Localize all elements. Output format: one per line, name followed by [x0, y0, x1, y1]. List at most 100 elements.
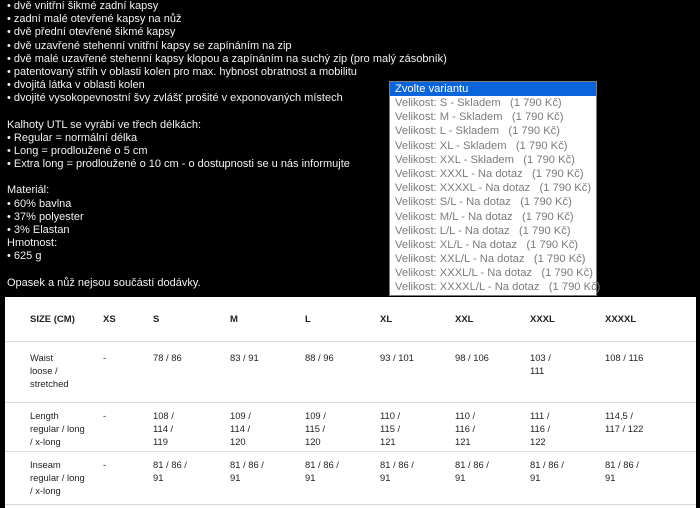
size-header-cell: XL: [380, 297, 455, 342]
size-row-label-line: regular / long: [30, 472, 85, 483]
size-value-line: 115 /: [380, 423, 401, 434]
size-value-line: 116 /: [530, 423, 551, 434]
size-value-cell: -: [103, 402, 153, 452]
size-value-cell: -: [103, 451, 153, 505]
variant-option[interactable]: Velikost: XXL - Skladem (1 790 Kč): [390, 153, 596, 167]
feature-item: • zadní malé otevřené kapsy na nůž: [7, 13, 182, 26]
variant-option[interactable]: Velikost: XL - Skladem (1 790 Kč): [390, 139, 596, 153]
size-value-line: 121: [455, 436, 471, 447]
size-value-cell: 108 / 116: [605, 341, 696, 403]
feature-item: • dvě malé uzavřené stehenní kapsy klopo…: [7, 52, 447, 65]
size-value-line: 121: [380, 436, 396, 447]
size-value-cell: 108 / 114 / 119: [153, 402, 230, 452]
size-value-line: 81 / 86 /: [380, 459, 414, 470]
length-item: • Extra long = prodloužené o 10 cm - o d…: [7, 158, 350, 171]
size-value-line: 91: [305, 472, 316, 483]
size-value-line: 108 / 116: [605, 352, 644, 363]
size-table-panel: SIZE (CM) XS S M L XL XXL XXXL XXXXL Waist loose …: [5, 297, 696, 508]
variant-option[interactable]: Velikost: XXXXL/L - Na dotaz (1 790 Kč): [390, 280, 600, 294]
size-value-line: 115 /: [305, 423, 326, 434]
size-value-line: -: [103, 459, 107, 470]
size-value-cell: 81 / 86 / 91: [530, 451, 605, 505]
feature-item: • dvojitá látka v oblasti kolen: [7, 79, 145, 92]
size-value-line: 78 / 86: [153, 352, 182, 363]
size-value-cell: 81 / 86 / 91: [230, 451, 305, 505]
size-value-cell: 103 / 111: [530, 341, 605, 403]
variant-option[interactable]: Velikost: XL/L - Na dotaz (1 790 Kč): [390, 238, 596, 252]
material-item: • 60% bavlna: [7, 197, 72, 210]
size-value-line: 93 / 101: [380, 352, 414, 363]
size-value-cell: 111 / 116 / 122: [530, 402, 605, 452]
size-value-line: 81 / 86 /: [305, 459, 339, 470]
size-header-cell: L: [305, 297, 380, 342]
size-value-line: 81 / 86 /: [530, 459, 564, 470]
variant-option[interactable]: Velikost: XXXL/L - Na dotaz (1 790 Kč): [390, 266, 596, 280]
variant-option[interactable]: Velikost: L - Skladem (1 790 Kč): [390, 124, 596, 138]
size-value-cell: 93 / 101: [380, 341, 455, 403]
size-table: SIZE (CM) XS S M L XL XXL XXXL XXXXL Waist loose …: [5, 297, 696, 505]
lengths-heading: Kalhoty UTL se vyrábí ve třech délkách:: [7, 118, 202, 131]
size-value-cell: 81 / 86 / 91: [455, 451, 530, 505]
size-value-line: 81 / 86 /: [605, 459, 639, 470]
size-value-cell: 110 / 115 / 121: [380, 402, 455, 452]
size-value-line: 103 /: [530, 352, 551, 363]
size-value-cell: 81 / 86 / 91: [153, 451, 230, 505]
variant-option[interactable]: Velikost: S - Skladem (1 790 Kč): [390, 96, 596, 110]
size-value-line: 111: [530, 365, 545, 376]
variant-option[interactable]: Velikost: XXXL - Na dotaz (1 790 Kč): [390, 167, 596, 181]
delivery-note: Opasek a nůž nejsou součástí dodávky.: [7, 276, 201, 289]
size-value-line: -: [103, 352, 107, 363]
size-value-line: 81 / 86 /: [455, 459, 489, 470]
variant-option[interactable]: Velikost: XXXXL - Na dotaz (1 790 Kč): [390, 181, 596, 195]
size-row-label-line: stretched: [30, 378, 69, 389]
size-header-cell: XS: [103, 297, 153, 342]
feature-item: • dvojité vysokopevnostní švy zvlášť pro…: [7, 92, 343, 105]
size-row-label: Length regular / long / x-long: [5, 402, 103, 452]
size-value-line: 91: [230, 472, 241, 483]
size-row-label-line: / x-long: [30, 485, 61, 496]
feature-item: • patentovaný střih v oblasti kolen pro …: [7, 66, 357, 79]
variant-option[interactable]: Velikost: S/L - Na dotaz (1 790 Kč): [390, 195, 596, 209]
size-value-cell: 88 / 96: [305, 341, 380, 403]
size-value-line: 110 /: [380, 410, 401, 421]
size-value-line: 120: [230, 436, 246, 447]
size-value-line: 116 /: [455, 423, 476, 434]
size-value-line: 114 /: [230, 423, 251, 434]
size-value-cell: -: [103, 341, 153, 403]
size-value-line: 114,5 /: [605, 410, 633, 421]
size-value-line: 91: [153, 472, 164, 483]
size-row-label-line: / x-long: [30, 436, 61, 447]
material-heading: Materiál:: [7, 184, 50, 197]
size-value-cell: 109 / 114 / 120: [230, 402, 305, 452]
size-table-row: Inseam regular / long / x-long - 81 / 86 / 91…: [5, 451, 696, 505]
material-item: • 3% Elastan: [7, 224, 70, 237]
length-item: • Long = prodloužené o 5 cm: [7, 145, 148, 158]
variant-option[interactable]: Velikost: L/L - Na dotaz (1 790 Kč): [390, 224, 596, 238]
variant-option[interactable]: Velikost: M/L - Na dotaz (1 790 Kč): [390, 210, 596, 224]
size-value-cell: 83 / 91: [230, 341, 305, 403]
feature-item: • dvě uzavřené stehenní vnitřní kapsy se…: [7, 39, 292, 52]
size-value-line: 91: [530, 472, 541, 483]
product-description: • dvě vnitřní šikmé zadní kapsy • zadní m…: [7, 0, 447, 290]
size-value-line: 81 / 86 /: [230, 459, 264, 470]
size-value-line: 122: [530, 436, 546, 447]
size-table-header: SIZE (CM) XS S M L XL XXL XXXL XXXXL: [5, 297, 696, 342]
size-value-cell: 78 / 86: [153, 341, 230, 403]
size-row-label: Inseam regular / long / x-long: [5, 451, 103, 505]
variant-option[interactable]: Velikost: XXL/L - Na dotaz (1 790 Kč): [390, 252, 596, 266]
size-value-line: 88 / 96: [305, 352, 334, 363]
size-value-line: 117 / 122: [605, 423, 644, 434]
size-value-cell: 114,5 / 117 / 122: [605, 402, 696, 452]
variant-dropdown[interactable]: Zvolte variantu Velikost: S - Skladem (1…: [389, 81, 600, 296]
variant-option[interactable]: Velikost: M - Skladem (1 790 Kč): [390, 110, 596, 124]
size-value-cell: 110 / 116 / 121: [455, 402, 530, 452]
size-value-line: 91: [455, 472, 466, 483]
size-value-line: 109 /: [305, 410, 326, 421]
size-value-line: 108 /: [153, 410, 174, 421]
variant-option-placeholder[interactable]: Zvolte variantu: [390, 82, 596, 96]
size-header-cell: XXXL: [530, 297, 605, 342]
size-header-cell: XXXXL: [605, 297, 696, 342]
size-value-line: 111 /: [530, 410, 550, 421]
size-header-label: SIZE (CM): [5, 297, 103, 342]
material-list: • 60% bavlna • 37% polyester • 3% Elastan: [7, 198, 387, 238]
